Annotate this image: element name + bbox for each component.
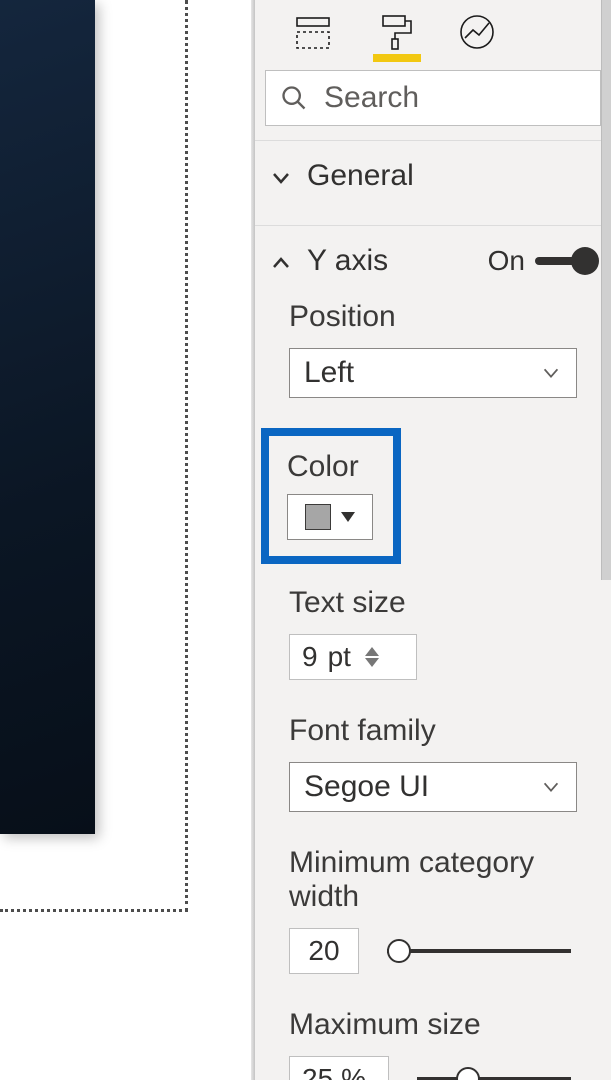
section-y-axis[interactable]: Y axis On	[255, 226, 611, 296]
pane-tabs	[255, 10, 611, 60]
min-cat-width-label: Minimum category width	[289, 846, 577, 914]
chevron-down-icon	[540, 776, 562, 798]
toggle-knob	[571, 247, 599, 275]
text-size-spinners[interactable]	[365, 647, 379, 667]
toggle-text: On	[488, 245, 525, 277]
color-swatch	[305, 504, 331, 530]
paint-roller-icon	[375, 12, 415, 52]
fields-icon	[293, 12, 333, 52]
min-cat-width-slider[interactable]	[387, 949, 571, 953]
font-family-label: Font family	[289, 714, 577, 748]
search-input[interactable]: Search	[265, 70, 601, 126]
analytics-tab[interactable]	[457, 10, 497, 54]
field-position: Position Left	[255, 296, 611, 428]
section-general-label: General	[307, 159, 414, 193]
report-canvas-area	[0, 0, 255, 1080]
field-max-size: Maximum size 25 %	[255, 1004, 611, 1080]
visual-tile[interactable]	[0, 0, 95, 834]
section-general[interactable]: General	[255, 141, 611, 211]
max-size-input[interactable]: 25 %	[289, 1056, 389, 1080]
position-label: Position	[289, 300, 577, 334]
fields-tab[interactable]	[293, 10, 333, 54]
scrollbar[interactable]	[601, 0, 611, 580]
chevron-up-icon	[269, 249, 293, 273]
format-pane: Search General Y axis On Position Left	[255, 0, 611, 1080]
font-family-select[interactable]: Segoe UI	[289, 762, 577, 812]
toggle-track	[535, 257, 593, 265]
text-size-input[interactable]: 9 pt	[289, 634, 417, 680]
color-label: Color	[287, 450, 375, 484]
slider-thumb[interactable]	[387, 939, 411, 963]
y-axis-toggle[interactable]: On	[488, 245, 593, 277]
slider-thumb[interactable]	[456, 1067, 480, 1080]
max-size-value: 25	[302, 1063, 333, 1080]
position-select[interactable]: Left	[289, 348, 577, 398]
field-min-cat-width: Minimum category width 20	[255, 842, 611, 1004]
position-value: Left	[304, 356, 354, 390]
chevron-down-icon	[540, 362, 562, 384]
color-picker[interactable]	[287, 494, 373, 540]
field-font-family: Font family Segoe UI	[255, 710, 611, 842]
search-placeholder: Search	[324, 81, 419, 115]
highlight-annotation: Color	[261, 428, 401, 564]
search-icon	[280, 84, 308, 112]
section-y-axis-label: Y axis	[307, 244, 388, 278]
caret-down-icon	[341, 512, 355, 522]
chevron-down-icon	[269, 164, 293, 188]
min-cat-width-input[interactable]: 20	[289, 928, 359, 974]
text-size-label: Text size	[289, 586, 577, 620]
min-cat-width-value: 20	[308, 935, 339, 967]
text-size-value: 9	[302, 641, 318, 673]
max-size-unit: %	[341, 1063, 366, 1080]
format-tab[interactable]	[375, 10, 415, 54]
spin-down-icon	[365, 658, 379, 667]
field-text-size: Text size 9 pt	[255, 586, 611, 710]
analytics-icon	[457, 12, 497, 52]
text-size-unit: pt	[328, 641, 351, 673]
font-family-value: Segoe UI	[304, 770, 429, 804]
spin-up-icon	[365, 647, 379, 656]
max-size-label: Maximum size	[289, 1008, 577, 1042]
